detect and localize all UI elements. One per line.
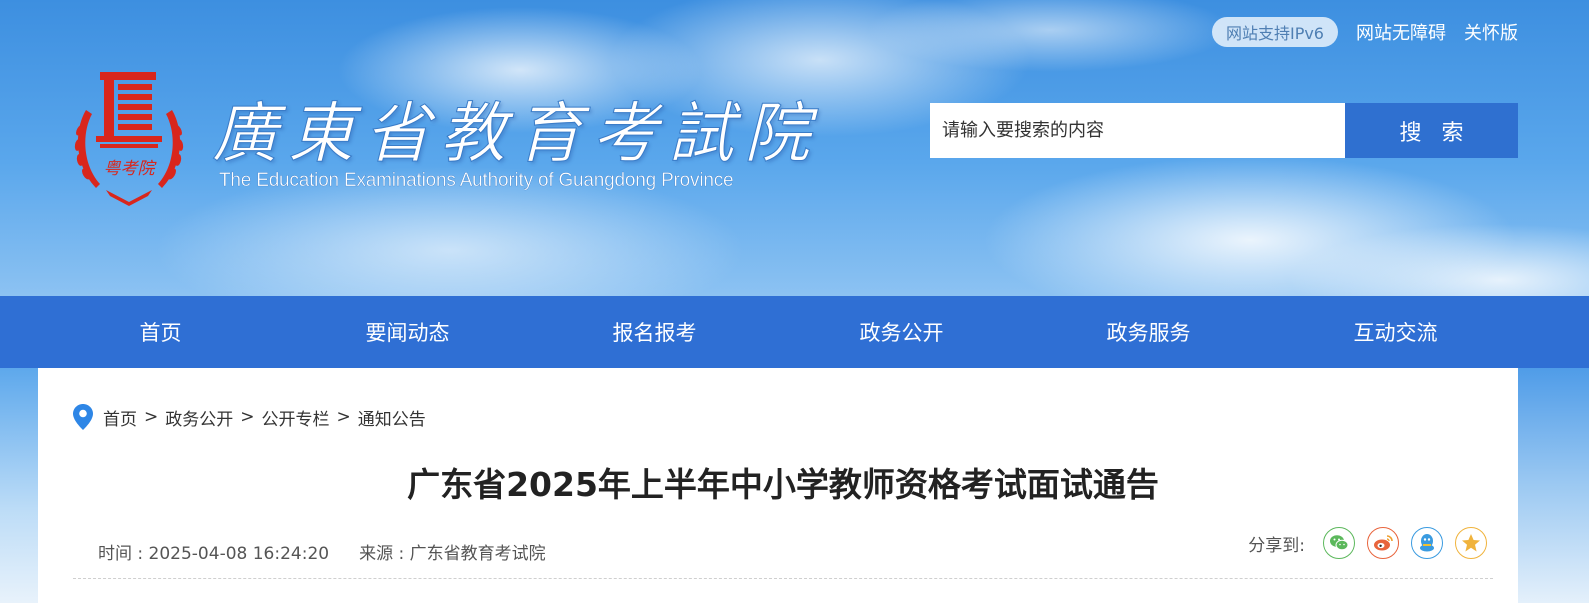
search-box: 搜索 bbox=[930, 103, 1518, 158]
side-background-left bbox=[0, 368, 38, 603]
share-label: 分享到: bbox=[1248, 535, 1305, 556]
breadcrumb-home[interactable]: 首页 bbox=[103, 405, 137, 430]
location-pin-icon bbox=[73, 404, 93, 430]
breadcrumb-public-column[interactable]: 公开专栏 bbox=[262, 405, 330, 430]
breadcrumb-notices[interactable]: 通知公告 bbox=[358, 405, 426, 430]
accessibility-link[interactable]: 网站无障碍 bbox=[1356, 19, 1446, 45]
breadcrumb: 首页 > 政务公开 > 公开专栏 > 通知公告 bbox=[73, 404, 426, 430]
nav-item-news[interactable]: 要闻动态 bbox=[284, 317, 531, 347]
nav-item-interaction[interactable]: 互动交流 bbox=[1272, 317, 1519, 347]
qzone-icon[interactable] bbox=[1455, 527, 1487, 559]
header-banner: 网站支持IPv6 网站无障碍 关怀版 粤考院 廣東省教育考試院 The Educ… bbox=[0, 0, 1589, 296]
logo-seal-text: 粤考院 bbox=[104, 159, 158, 179]
logo-emblem-icon[interactable]: 粤考院 bbox=[66, 70, 192, 206]
nav-item-home[interactable]: 首页 bbox=[37, 317, 284, 347]
weibo-icon[interactable] bbox=[1367, 527, 1399, 559]
article-source: 来源 : 广东省教育考试院 bbox=[359, 544, 546, 564]
article-title: 广东省2025年上半年中小学教师资格考试面试通告 bbox=[407, 465, 1159, 504]
breadcrumb-government-affairs[interactable]: 政务公开 bbox=[165, 405, 233, 430]
meta-divider bbox=[73, 578, 1493, 579]
wechat-icon[interactable] bbox=[1323, 527, 1355, 559]
article-time: 时间 : 2025-04-08 16:24:20 bbox=[98, 544, 330, 564]
ipv6-badge: 网站支持IPv6 bbox=[1211, 17, 1338, 47]
nav-item-government-affairs[interactable]: 政务公开 bbox=[778, 317, 1025, 347]
care-mode-link[interactable]: 关怀版 bbox=[1464, 19, 1518, 45]
logo-title[interactable]: 廣東省教育考試院 bbox=[212, 80, 820, 176]
main-nav: 首页 要闻动态 报名报考 政务公开 政务服务 互动交流 bbox=[0, 296, 1589, 368]
nav-item-registration[interactable]: 报名报考 bbox=[531, 317, 778, 347]
share-bar: 分享到: bbox=[1248, 527, 1487, 559]
content-card: 首页 > 政务公开 > 公开专栏 > 通知公告 广东省2025年上半年中小学教师… bbox=[38, 368, 1518, 603]
top-links: 网站支持IPv6 网站无障碍 关怀版 bbox=[1211, 17, 1518, 47]
side-background-right bbox=[1518, 368, 1589, 603]
logo-subtitle: The Education Examinations Authority of … bbox=[219, 170, 734, 191]
search-button[interactable]: 搜索 bbox=[1345, 103, 1518, 158]
breadcrumb-separator: > bbox=[336, 407, 351, 427]
nav-item-government-services[interactable]: 政务服务 bbox=[1025, 317, 1272, 347]
article-meta: 时间 : 2025-04-08 16:24:20 来源 : 广东省教育考试院 bbox=[98, 539, 546, 564]
qq-icon[interactable] bbox=[1411, 527, 1443, 559]
search-input[interactable] bbox=[930, 103, 1345, 158]
breadcrumb-separator: > bbox=[240, 407, 255, 427]
breadcrumb-separator: > bbox=[144, 407, 159, 427]
